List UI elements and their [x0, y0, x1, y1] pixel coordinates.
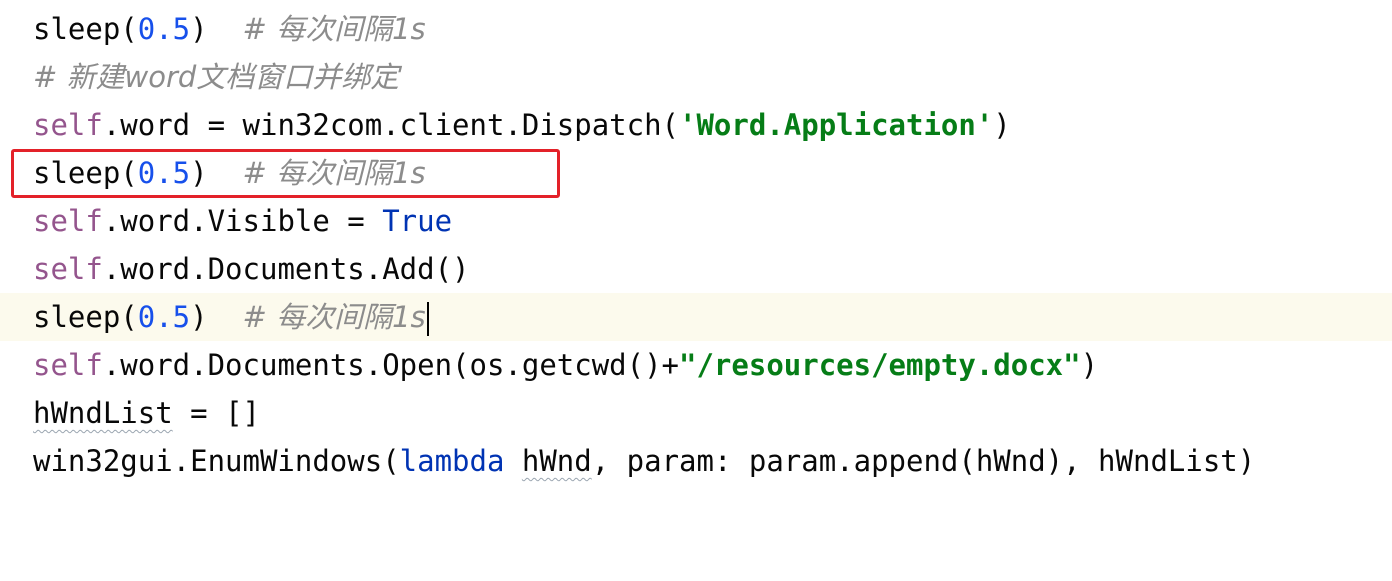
code-line-1[interactable]: sleep(0.5) # 每次间隔1s — [0, 5, 1392, 53]
code-token: win32gui.EnumWindows( — [33, 444, 400, 478]
code-token: .word.Visible = — [102, 204, 383, 238]
code-token: , param: param.append(hWnd), hWndList) — [591, 444, 1256, 478]
self-keyword: self — [33, 108, 103, 142]
code-token: ) — [190, 156, 243, 190]
code-token: sleep( — [33, 156, 138, 190]
code-line-9[interactable]: hWndList = [] — [0, 389, 1392, 437]
code-token: sleep( — [33, 12, 138, 46]
number-literal: 0.5 — [137, 12, 191, 46]
code-token: sleep( — [33, 300, 138, 334]
code-token: ) — [993, 108, 1011, 142]
code-token: ) — [190, 12, 243, 46]
string-literal: 'Word.Application' — [679, 108, 994, 142]
keyword: True — [382, 204, 453, 238]
string-literal: "/resources/empty.docx" — [679, 348, 1081, 382]
comment: # 每次间隔1s — [242, 300, 426, 334]
code-token: = [] — [172, 396, 260, 430]
code-token: ) — [1080, 348, 1099, 382]
code-editor[interactable]: sleep(0.5) # 每次间隔1s # 新建word文档窗口并绑定 self… — [0, 0, 1392, 486]
code-line-10[interactable]: win32gui.EnumWindows(lambda hWnd, param:… — [0, 437, 1392, 485]
code-line-4[interactable]: sleep(0.5) # 每次间隔1s — [0, 149, 1392, 197]
comment: # 每次间隔1s — [242, 12, 426, 46]
self-keyword: self — [33, 204, 103, 238]
code-token: .word.Documents.Open(os.getcwd()+ — [102, 348, 680, 382]
code-line-3[interactable]: self.word = win32com.client.Dispatch('Wo… — [0, 101, 1392, 149]
number-literal: 0.5 — [137, 300, 191, 334]
code-line-6[interactable]: self.word.Documents.Add() — [0, 245, 1392, 293]
code-line-5[interactable]: self.word.Visible = True — [0, 197, 1392, 245]
keyword: lambda — [399, 444, 505, 478]
code-token: ) — [190, 300, 243, 334]
code-token: .word.Documents.Add() — [102, 252, 470, 286]
code-token: .word = win32com.client.Dispatch( — [102, 108, 680, 142]
identifier-warning[interactable]: hWnd — [522, 444, 592, 478]
self-keyword: self — [33, 252, 103, 286]
identifier-warning[interactable]: hWndList — [33, 396, 173, 430]
comment: # 新建word文档窗口并绑定 — [33, 60, 400, 94]
code-line-7-current[interactable]: sleep(0.5) # 每次间隔1s — [0, 293, 1392, 341]
comment: # 每次间隔1s — [242, 156, 426, 190]
self-keyword: self — [33, 348, 103, 382]
text-caret — [426, 302, 429, 336]
code-line-8[interactable]: self.word.Documents.Open(os.getcwd()+"/r… — [0, 341, 1392, 389]
code-line-2[interactable]: # 新建word文档窗口并绑定 — [0, 53, 1392, 101]
number-literal: 0.5 — [137, 156, 191, 190]
